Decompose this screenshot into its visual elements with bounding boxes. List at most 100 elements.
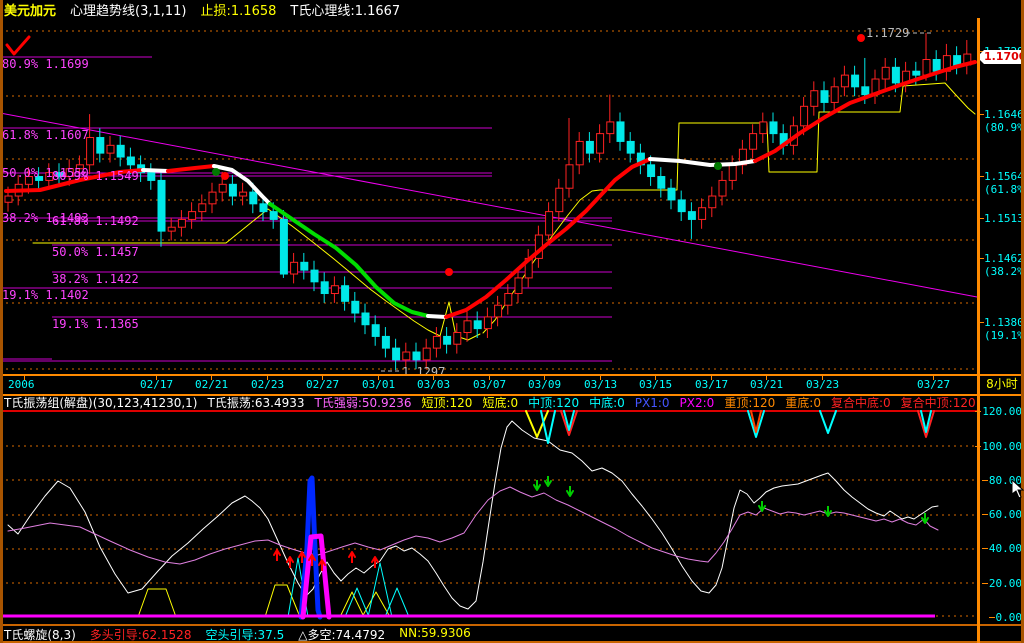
- candlestick: [158, 180, 165, 231]
- fib-label: 80.9% 1.1549: [52, 169, 139, 183]
- date-label: 03/15: [639, 378, 672, 391]
- indicator-name: 心理趋势线(3,1,11): [70, 0, 187, 19]
- candlestick: [209, 192, 216, 204]
- indicator-value: 重顶:120: [724, 396, 775, 410]
- indicator-value: T氏振荡组(解盘)(30,123,41230,1): [4, 396, 197, 410]
- candlestick: [750, 134, 757, 150]
- osc-axis-label: 100.00: [982, 440, 1022, 453]
- sell-arrow-icon: [759, 501, 765, 511]
- candlestick: [882, 67, 889, 79]
- sell-arrow-icon: [922, 513, 928, 523]
- date-label: 03/03: [417, 378, 450, 391]
- v-marker-icon: [748, 411, 764, 437]
- candlestick: [913, 71, 920, 75]
- trendline-diagonal: [0, 113, 977, 297]
- candlestick: [474, 321, 481, 329]
- indicator-value: T氏振荡:63.4933: [207, 396, 304, 410]
- date-axis[interactable]: 200602/1702/2102/2302/2703/0103/0303/070…: [0, 374, 978, 396]
- candlestick: [107, 145, 114, 153]
- candlestick: [291, 262, 298, 274]
- signal-dot: [212, 168, 220, 176]
- candlestick: [311, 270, 318, 282]
- fib-label: 61.8% 1.1492: [52, 214, 139, 228]
- indicator-value: 短底:0: [482, 396, 518, 410]
- date-label: 03/17: [695, 378, 728, 391]
- candlestick: [515, 278, 522, 294]
- timeframe-label[interactable]: 8小时: [980, 374, 1024, 396]
- candlestick: [433, 336, 440, 348]
- candlestick: [648, 165, 655, 177]
- fib-label: 80.9% 1.1699: [2, 57, 89, 71]
- candlestick: [393, 348, 400, 360]
- candlestick: [627, 141, 634, 153]
- osc-axis-label: 0.00: [996, 611, 1023, 624]
- price-axis-label: 1.1462(38.2%): [984, 252, 1024, 278]
- trading-app-window: 美元加元 心理趋势线(3,1,11) 止损:1.1658 T氏心理线:1.166…: [0, 0, 1024, 643]
- date-label: 2006: [8, 378, 35, 391]
- candlestick: [699, 208, 706, 220]
- candlestick: [831, 87, 838, 103]
- candlestick: [97, 138, 104, 154]
- signal-dot: [857, 34, 865, 42]
- candlestick: [484, 317, 491, 329]
- status-value: △多空:74.4792: [298, 626, 385, 641]
- candlestick: [454, 333, 461, 345]
- status-value: 多头引导:62.1528: [90, 626, 192, 641]
- candlestick: [199, 204, 206, 212]
- signal-dot: [714, 162, 722, 170]
- date-label: 02/17: [140, 378, 173, 391]
- status-value: 空头引导:37.5: [205, 626, 284, 641]
- candlestick: [760, 122, 767, 134]
- candlestick: [709, 196, 716, 208]
- indicator-value: 复合中底:0: [831, 396, 891, 410]
- date-label: 03/21: [750, 378, 783, 391]
- candlestick: [219, 184, 226, 192]
- osc-yellow-signal: [138, 589, 176, 617]
- candlestick: [362, 313, 369, 325]
- price-axis-label: 1.1646(80.9%): [984, 108, 1024, 134]
- candlestick: [505, 294, 512, 306]
- candlestick: [597, 134, 604, 154]
- candlestick: [382, 336, 389, 348]
- candlestick: [821, 91, 828, 103]
- candlestick: [189, 212, 196, 220]
- symbol-name[interactable]: 美元加元: [4, 0, 56, 19]
- candlestick: [841, 75, 848, 87]
- candlestick: [576, 141, 583, 164]
- candlestick: [811, 91, 818, 107]
- sell-arrow-icon: [545, 476, 551, 486]
- candlestick: [342, 286, 349, 302]
- low-price-note: 1.1297: [402, 365, 445, 374]
- candlestick: [5, 196, 12, 202]
- status-value: T氏螺旋(8,3): [4, 626, 76, 641]
- candlestick: [423, 348, 430, 360]
- indicator-value: PX1:0: [635, 396, 670, 410]
- indicator-value: T氏强弱:50.9236: [314, 396, 411, 410]
- candlestick: [617, 122, 624, 142]
- fib-label: 61.8% 1.1607: [2, 128, 89, 142]
- oscillator-panel[interactable]: [0, 410, 978, 624]
- indicator-value: 重底:0: [785, 396, 821, 410]
- signal-dot: [445, 268, 453, 276]
- psy-trend-line: [428, 316, 446, 317]
- v-marker-icon: [561, 411, 577, 435]
- candlestick: [301, 262, 308, 270]
- psy-trend-line: [168, 166, 214, 171]
- candlestick: [260, 204, 267, 212]
- price-axis-label: 1.1380(19.1%): [984, 316, 1024, 342]
- main-candlestick-chart[interactable]: 1.17291.129780.9% 1.169961.8% 1.160750.0…: [0, 18, 978, 374]
- candlestick: [892, 67, 899, 83]
- candlestick: [556, 188, 563, 211]
- psy-trend-line: [446, 159, 650, 317]
- price-axis-label: 1.1513: [984, 212, 1024, 225]
- v-marker-icon: [820, 411, 836, 433]
- candlestick: [607, 122, 614, 134]
- candlestick: [240, 192, 247, 196]
- candlestick: [688, 212, 695, 220]
- candlestick: [495, 305, 502, 317]
- t-strength-line: [8, 487, 938, 564]
- candlestick: [729, 165, 736, 181]
- osc-yellow-signal: [362, 592, 390, 617]
- oscillator-axis: 120.00100.0080.0060.0040.0020.000.00: [981, 400, 1024, 622]
- candlestick: [546, 212, 553, 235]
